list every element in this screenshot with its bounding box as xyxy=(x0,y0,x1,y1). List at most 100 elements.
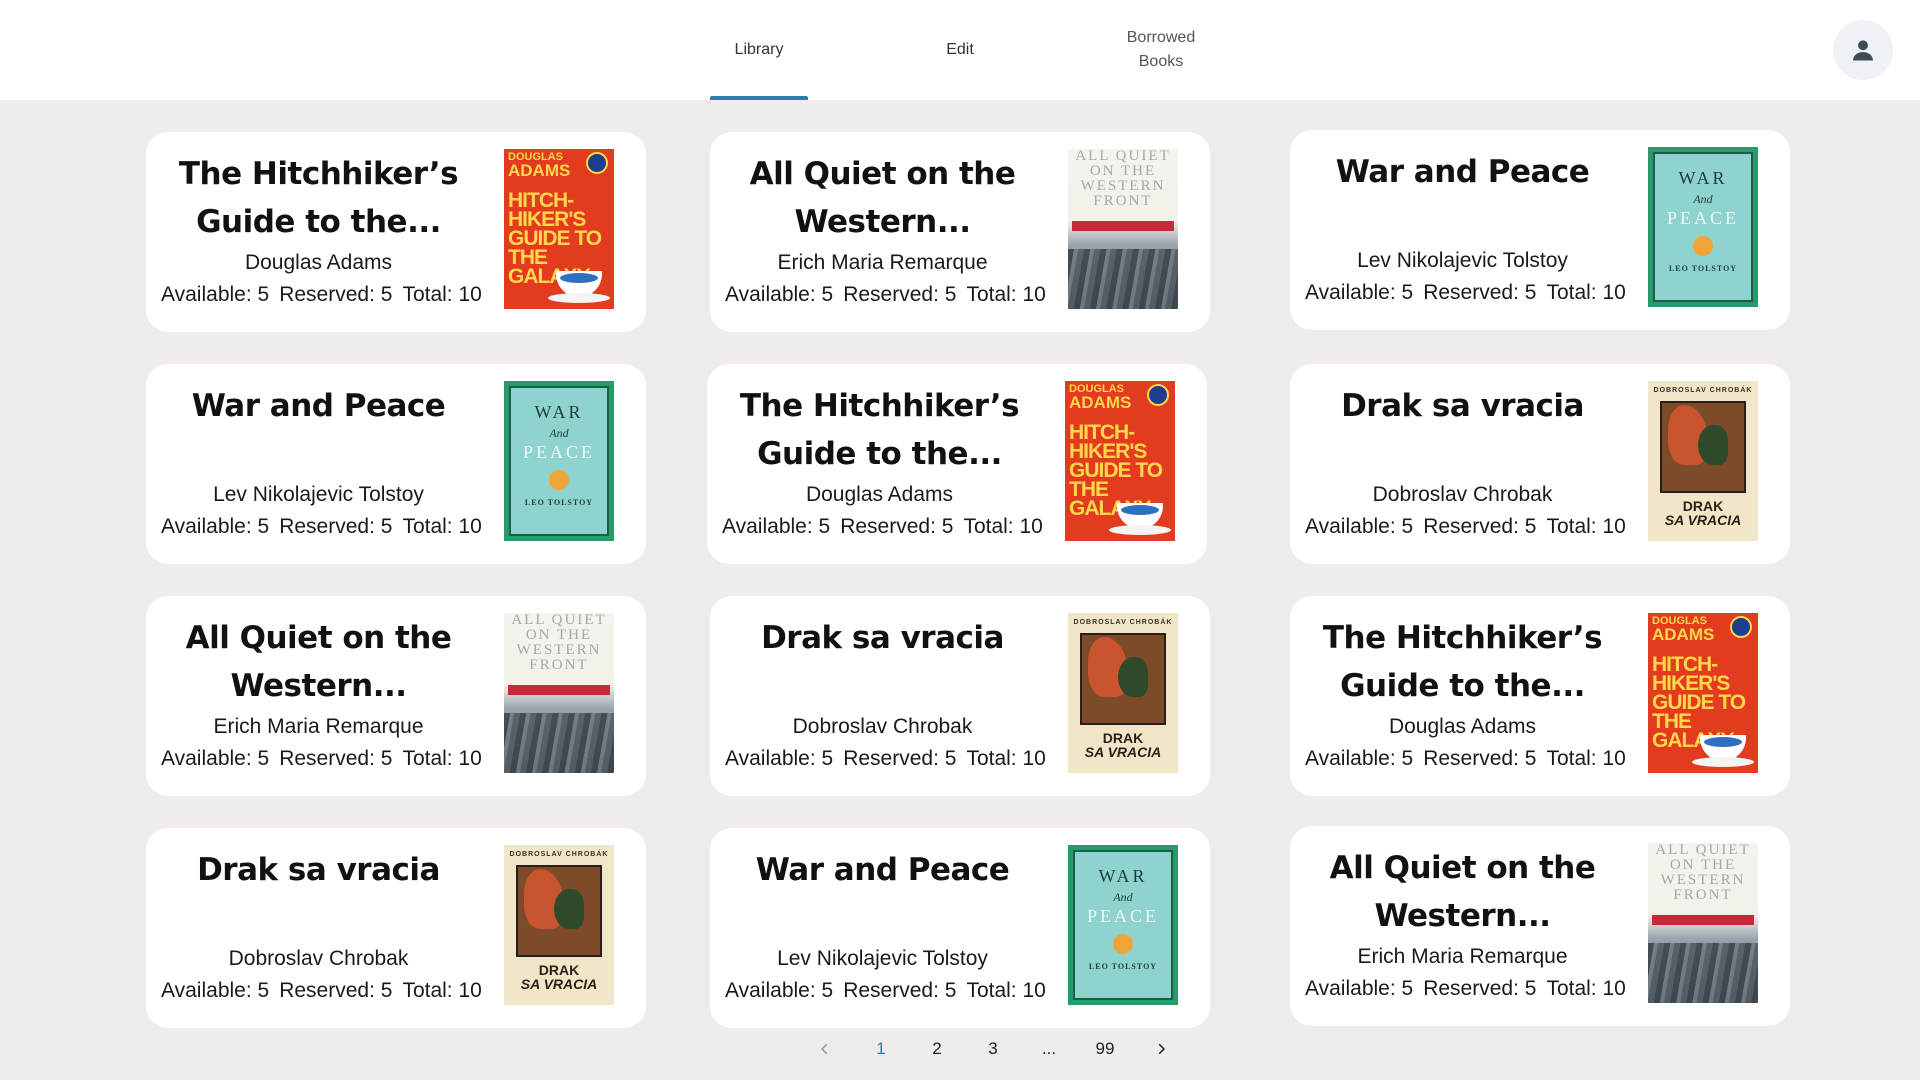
book-title: The Hitchhiker’s Guide to the... xyxy=(739,388,1020,472)
prev-page-button[interactable] xyxy=(810,1034,840,1064)
page-ellipsis: ... xyxy=(1041,1039,1057,1058)
book-info: All Quiet on the Western... Erich Maria R… xyxy=(156,614,482,786)
book-author: Erich Maria Remarque xyxy=(213,715,424,738)
book-stats: Available: 5 Reserved: 5 Total: 10 xyxy=(1300,745,1626,773)
page-button[interactable]: 3 xyxy=(978,1034,1008,1064)
tab-edit-label: Edit xyxy=(946,41,974,58)
book-author: Erich Maria Remarque xyxy=(1357,945,1568,968)
book-info: Drak sa vracia Dobroslav Chrobak Available… xyxy=(1300,382,1626,554)
total-count: Total: 10 xyxy=(963,515,1043,538)
book-info: War and Peace Lev Nikolajevic Tolstoy Avai… xyxy=(720,846,1046,1018)
total-count: Total: 10 xyxy=(402,979,482,1002)
book-card[interactable]: The Hitchhiker’s Guide to the... Douglas … xyxy=(1290,596,1790,796)
reserved-count: Reserved: 5 xyxy=(843,283,957,306)
reserved-count: Reserved: 5 xyxy=(1423,977,1537,1000)
total-count: Total: 10 xyxy=(966,979,1046,1002)
book-cover-image: ALL QUIET ON THE WESTERN FRONT xyxy=(504,613,614,773)
total-count: Total: 10 xyxy=(966,747,1046,770)
tab-library[interactable]: Library xyxy=(710,0,808,100)
next-page-button[interactable] xyxy=(1146,1034,1176,1064)
book-cover-image: DOBROSLAV CHROBÁK DRAK SA VRACIA xyxy=(1648,381,1758,541)
total-count: Total: 10 xyxy=(1546,281,1626,304)
person-icon xyxy=(1853,40,1873,61)
book-stats: Available: 5 Reserved: 5 Total: 10 xyxy=(1300,279,1626,307)
book-info: War and Peace Lev Nikolajevic Tolstoy Avai… xyxy=(1300,148,1626,320)
reserved-count: Reserved: 5 xyxy=(279,979,393,1002)
available-count: Available: 5 xyxy=(1305,977,1414,1000)
reserved-count: Reserved: 5 xyxy=(843,747,957,770)
available-count: Available: 5 xyxy=(1305,281,1414,304)
book-info: The Hitchhiker’s Guide to the... Douglas … xyxy=(1300,614,1626,786)
book-author: Douglas Adams xyxy=(244,251,393,274)
book-cover-image: ALL QUIET ON THE WESTERN FRONT xyxy=(1648,843,1758,1003)
book-cover-image: WAR And PEACE LEO TOLSTOY xyxy=(1068,845,1178,1005)
book-info: The Hitchhiker’s Guide to the... Douglas … xyxy=(156,150,482,322)
total-count: Total: 10 xyxy=(966,283,1046,306)
book-info: All Quiet on the Western... Erich Maria R… xyxy=(720,150,1046,322)
book-cover-image: WAR And PEACE LEO TOLSTOY xyxy=(1648,147,1758,307)
total-count: Total: 10 xyxy=(1546,977,1626,1000)
book-title: War and Peace xyxy=(1335,154,1590,190)
available-count: Available: 5 xyxy=(161,515,270,538)
book-title: Drak sa vracia xyxy=(1341,388,1584,424)
book-stats: Available: 5 Reserved: 5 Total: 10 xyxy=(717,513,1043,541)
book-card[interactable]: War and Peace Lev Nikolajevic Tolstoy Avai… xyxy=(710,828,1210,1028)
top-navigation-bar: Library Edit Borrowed Books xyxy=(0,0,1920,100)
book-info: Drak sa vracia Dobroslav Chrobak Available… xyxy=(720,614,1046,786)
book-author: Douglas Adams xyxy=(1388,715,1537,738)
book-title: The Hitchhiker’s Guide to the... xyxy=(1322,620,1603,704)
book-stats: Available: 5 Reserved: 5 Total: 10 xyxy=(720,281,1046,309)
book-card[interactable]: All Quiet on the Western... Erich Maria R… xyxy=(1290,826,1790,1026)
book-card[interactable]: Drak sa vracia Dobroslav Chrobak Available… xyxy=(146,828,646,1028)
tab-edit[interactable]: Edit xyxy=(910,0,1010,100)
book-author: Lev Nikolajevic Tolstoy xyxy=(777,947,988,970)
available-count: Available: 5 xyxy=(161,283,270,306)
user-avatar-button[interactable] xyxy=(1833,20,1893,80)
page-button[interactable]: 1 xyxy=(866,1034,896,1064)
book-info: Drak sa vracia Dobroslav Chrobak Available… xyxy=(156,846,482,1018)
reserved-count: Reserved: 5 xyxy=(279,515,393,538)
available-count: Available: 5 xyxy=(725,979,834,1002)
book-card[interactable]: War and Peace Lev Nikolajevic Tolstoy Avai… xyxy=(1290,130,1790,330)
available-count: Available: 5 xyxy=(1305,515,1414,538)
book-cover-image: DOBROSLAV CHROBÁK DRAK SA VRACIA xyxy=(1068,613,1178,773)
reserved-count: Reserved: 5 xyxy=(279,747,393,770)
book-stats: Available: 5 Reserved: 5 Total: 10 xyxy=(156,977,482,1005)
available-count: Available: 5 xyxy=(161,747,270,770)
book-stats: Available: 5 Reserved: 5 Total: 10 xyxy=(156,281,482,309)
book-title: War and Peace xyxy=(755,852,1010,888)
tab-borrowed-books[interactable]: Borrowed Books xyxy=(1101,0,1221,100)
book-title: Drak sa vracia xyxy=(761,620,1004,656)
book-cover-image: WAR And PEACE LEO TOLSTOY xyxy=(504,381,614,541)
book-author: Dobroslav Chrobak xyxy=(228,947,409,970)
book-stats: Available: 5 Reserved: 5 Total: 10 xyxy=(720,745,1046,773)
book-author: Lev Nikolajevic Tolstoy xyxy=(213,483,424,506)
available-count: Available: 5 xyxy=(161,979,270,1002)
available-count: Available: 5 xyxy=(725,747,834,770)
book-stats: Available: 5 Reserved: 5 Total: 10 xyxy=(1300,975,1626,1003)
book-card[interactable]: Drak sa vracia Dobroslav Chrobak Available… xyxy=(710,596,1210,796)
total-count: Total: 10 xyxy=(402,283,482,306)
reserved-count: Reserved: 5 xyxy=(840,515,954,538)
book-author: Dobroslav Chrobak xyxy=(1372,483,1553,506)
available-count: Available: 5 xyxy=(722,515,831,538)
page-button[interactable]: 99 xyxy=(1090,1034,1120,1064)
book-card[interactable]: Drak sa vracia Dobroslav Chrobak Available… xyxy=(1290,364,1790,564)
total-count: Total: 10 xyxy=(1546,747,1626,770)
page-button[interactable]: 2 xyxy=(922,1034,952,1064)
book-card[interactable]: The Hitchhiker’s Guide to the... Douglas … xyxy=(146,132,646,332)
book-card[interactable]: War and Peace Lev Nikolajevic Tolstoy Avai… xyxy=(146,364,646,564)
book-stats: Available: 5 Reserved: 5 Total: 10 xyxy=(1300,513,1626,541)
book-stats: Available: 5 Reserved: 5 Total: 10 xyxy=(156,513,482,541)
book-info: The Hitchhiker’s Guide to the... Douglas … xyxy=(717,382,1043,554)
book-author: Dobroslav Chrobak xyxy=(792,715,973,738)
book-card[interactable]: All Quiet on the Western... Erich Maria R… xyxy=(710,132,1210,332)
active-tab-indicator xyxy=(710,96,808,100)
book-card[interactable]: The Hitchhiker’s Guide to the... Douglas … xyxy=(707,364,1207,564)
book-author: Erich Maria Remarque xyxy=(777,251,988,274)
reserved-count: Reserved: 5 xyxy=(1423,281,1537,304)
book-card[interactable]: All Quiet on the Western... Erich Maria R… xyxy=(146,596,646,796)
tab-borrowed-books-label: Borrowed Books xyxy=(1126,29,1196,70)
book-title: War and Peace xyxy=(191,388,446,424)
reserved-count: Reserved: 5 xyxy=(279,283,393,306)
